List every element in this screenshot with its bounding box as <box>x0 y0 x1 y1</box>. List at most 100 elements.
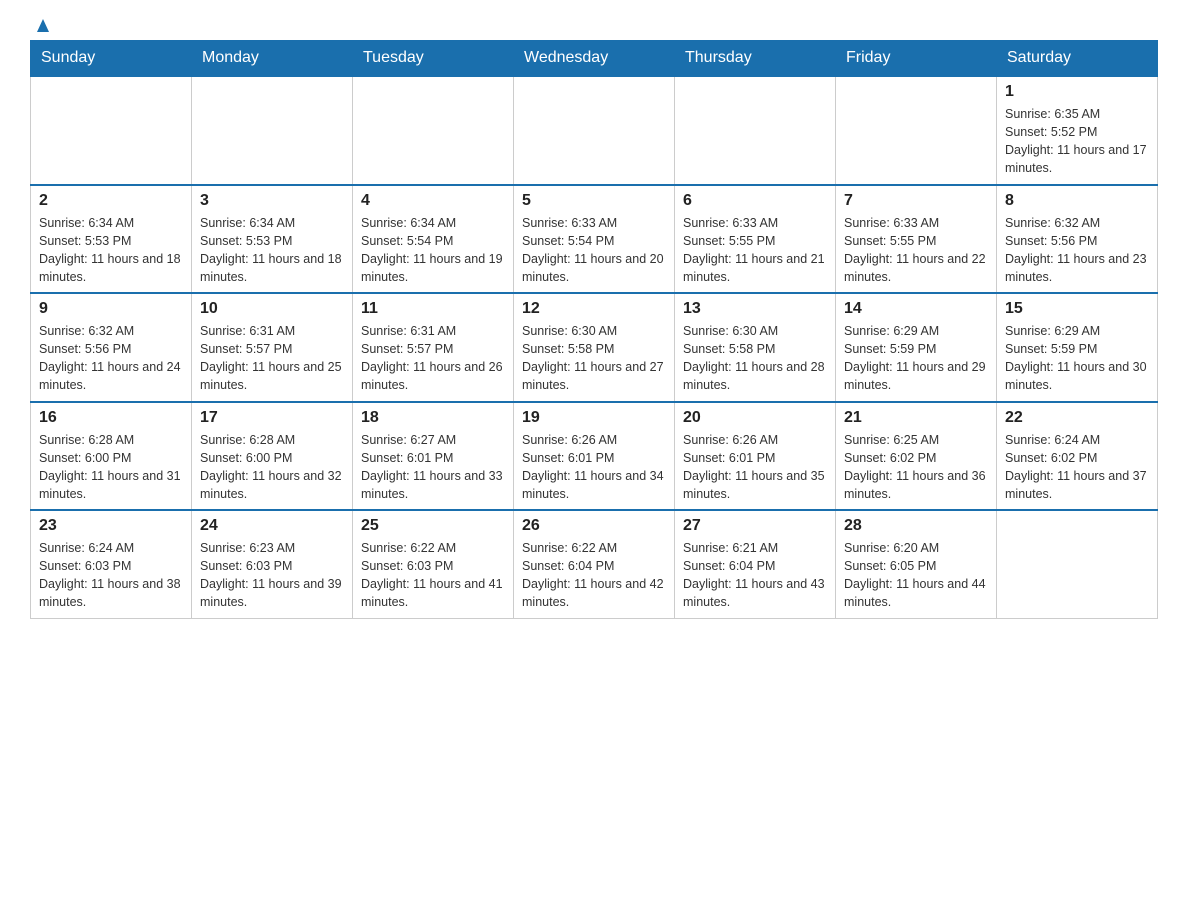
day-number: 1 <box>1005 83 1149 101</box>
day-number: 8 <box>1005 192 1149 210</box>
table-row: 6 Sunrise: 6:33 AM Sunset: 5:55 PM Daylig… <box>675 185 836 294</box>
col-wednesday: Wednesday <box>514 41 675 77</box>
day-number: 20 <box>683 409 827 427</box>
table-row: 28 Sunrise: 6:20 AM Sunset: 6:05 PM Dayli… <box>836 510 997 618</box>
day-number: 11 <box>361 300 505 318</box>
table-row: 20 Sunrise: 6:26 AM Sunset: 6:01 PM Dayli… <box>675 402 836 511</box>
day-info: Sunrise: 6:35 AM Sunset: 5:52 PM Dayligh… <box>1005 105 1149 178</box>
day-number: 19 <box>522 409 666 427</box>
day-number: 2 <box>39 192 183 210</box>
day-number: 22 <box>1005 409 1149 427</box>
day-number: 5 <box>522 192 666 210</box>
table-row: 24 Sunrise: 6:23 AM Sunset: 6:03 PM Dayli… <box>192 510 353 618</box>
table-row: 23 Sunrise: 6:24 AM Sunset: 6:03 PM Dayli… <box>31 510 192 618</box>
day-info: Sunrise: 6:34 AM Sunset: 5:54 PM Dayligh… <box>361 214 505 287</box>
day-number: 26 <box>522 517 666 535</box>
table-row: 25 Sunrise: 6:22 AM Sunset: 6:03 PM Dayli… <box>353 510 514 618</box>
col-saturday: Saturday <box>997 41 1158 77</box>
day-number: 15 <box>1005 300 1149 318</box>
table-row <box>353 76 514 185</box>
col-monday: Monday <box>192 41 353 77</box>
day-number: 7 <box>844 192 988 210</box>
day-number: 24 <box>200 517 344 535</box>
calendar-week-row: 2 Sunrise: 6:34 AM Sunset: 5:53 PM Daylig… <box>31 185 1158 294</box>
day-number: 16 <box>39 409 183 427</box>
day-info: Sunrise: 6:33 AM Sunset: 5:55 PM Dayligh… <box>683 214 827 287</box>
table-row: 9Sunrise: 6:32 AM Sunset: 5:56 PM Daylig… <box>31 293 192 402</box>
logo <box>30 20 54 30</box>
table-row <box>514 76 675 185</box>
day-number: 23 <box>39 517 183 535</box>
calendar-header-row: Sunday Monday Tuesday Wednesday Thursday… <box>31 41 1158 77</box>
day-info: Sunrise: 6:23 AM Sunset: 6:03 PM Dayligh… <box>200 539 344 612</box>
day-info: Sunrise: 6:24 AM Sunset: 6:03 PM Dayligh… <box>39 539 183 612</box>
day-info: Sunrise: 6:24 AM Sunset: 6:02 PM Dayligh… <box>1005 431 1149 504</box>
page-header <box>30 20 1158 30</box>
day-number: 14 <box>844 300 988 318</box>
day-number: 12 <box>522 300 666 318</box>
day-info: Sunrise: 6:20 AM Sunset: 6:05 PM Dayligh… <box>844 539 988 612</box>
day-number: 27 <box>683 517 827 535</box>
table-row: 27 Sunrise: 6:21 AM Sunset: 6:04 PM Dayli… <box>675 510 836 618</box>
table-row: 13 Sunrise: 6:30 AM Sunset: 5:58 PM Dayli… <box>675 293 836 402</box>
day-info: Sunrise: 6:28 AM Sunset: 6:00 PM Dayligh… <box>200 431 344 504</box>
table-row: 1 Sunrise: 6:35 AM Sunset: 5:52 PM Daylig… <box>997 76 1158 185</box>
table-row: 14 Sunrise: 6:29 AM Sunset: 5:59 PM Dayli… <box>836 293 997 402</box>
day-number: 4 <box>361 192 505 210</box>
day-info: Sunrise: 6:25 AM Sunset: 6:02 PM Dayligh… <box>844 431 988 504</box>
table-row: 8 Sunrise: 6:32 AM Sunset: 5:56 PM Daylig… <box>997 185 1158 294</box>
day-info: Sunrise: 6:32 AM Sunset: 5:56 PM Dayligh… <box>39 322 183 395</box>
table-row: 3 Sunrise: 6:34 AM Sunset: 5:53 PM Daylig… <box>192 185 353 294</box>
table-row: 11 Sunrise: 6:31 AM Sunset: 5:57 PM Dayli… <box>353 293 514 402</box>
day-info: Sunrise: 6:21 AM Sunset: 6:04 PM Dayligh… <box>683 539 827 612</box>
day-info: Sunrise: 6:28 AM Sunset: 6:00 PM Dayligh… <box>39 431 183 504</box>
table-row: 4 Sunrise: 6:34 AM Sunset: 5:54 PM Daylig… <box>353 185 514 294</box>
table-row <box>836 76 997 185</box>
day-number: 10 <box>200 300 344 318</box>
day-info: Sunrise: 6:33 AM Sunset: 5:55 PM Dayligh… <box>844 214 988 287</box>
day-number: 6 <box>683 192 827 210</box>
logo-triangle-icon <box>32 14 54 36</box>
day-info: Sunrise: 6:26 AM Sunset: 6:01 PM Dayligh… <box>683 431 827 504</box>
table-row <box>31 76 192 185</box>
calendar-table: Sunday Monday Tuesday Wednesday Thursday… <box>30 40 1158 619</box>
day-info: Sunrise: 6:30 AM Sunset: 5:58 PM Dayligh… <box>683 322 827 395</box>
calendar-week-row: 9Sunrise: 6:32 AM Sunset: 5:56 PM Daylig… <box>31 293 1158 402</box>
day-info: Sunrise: 6:33 AM Sunset: 5:54 PM Dayligh… <box>522 214 666 287</box>
table-row: 15 Sunrise: 6:29 AM Sunset: 5:59 PM Dayli… <box>997 293 1158 402</box>
table-row: 18 Sunrise: 6:27 AM Sunset: 6:01 PM Dayli… <box>353 402 514 511</box>
day-number: 3 <box>200 192 344 210</box>
table-row: 26 Sunrise: 6:22 AM Sunset: 6:04 PM Dayli… <box>514 510 675 618</box>
day-number: 25 <box>361 517 505 535</box>
col-sunday: Sunday <box>31 41 192 77</box>
day-info: Sunrise: 6:30 AM Sunset: 5:58 PM Dayligh… <box>522 322 666 395</box>
table-row: 12 Sunrise: 6:30 AM Sunset: 5:58 PM Dayli… <box>514 293 675 402</box>
table-row: 7 Sunrise: 6:33 AM Sunset: 5:55 PM Daylig… <box>836 185 997 294</box>
calendar-week-row: 23 Sunrise: 6:24 AM Sunset: 6:03 PM Dayli… <box>31 510 1158 618</box>
table-row: 10 Sunrise: 6:31 AM Sunset: 5:57 PM Dayli… <box>192 293 353 402</box>
day-info: Sunrise: 6:31 AM Sunset: 5:57 PM Dayligh… <box>200 322 344 395</box>
calendar-week-row: 1 Sunrise: 6:35 AM Sunset: 5:52 PM Daylig… <box>31 76 1158 185</box>
day-info: Sunrise: 6:22 AM Sunset: 6:03 PM Dayligh… <box>361 539 505 612</box>
day-number: 28 <box>844 517 988 535</box>
day-info: Sunrise: 6:32 AM Sunset: 5:56 PM Dayligh… <box>1005 214 1149 287</box>
day-number: 17 <box>200 409 344 427</box>
day-info: Sunrise: 6:22 AM Sunset: 6:04 PM Dayligh… <box>522 539 666 612</box>
col-tuesday: Tuesday <box>353 41 514 77</box>
day-info: Sunrise: 6:27 AM Sunset: 6:01 PM Dayligh… <box>361 431 505 504</box>
table-row <box>192 76 353 185</box>
day-info: Sunrise: 6:29 AM Sunset: 5:59 PM Dayligh… <box>1005 322 1149 395</box>
col-friday: Friday <box>836 41 997 77</box>
day-info: Sunrise: 6:31 AM Sunset: 5:57 PM Dayligh… <box>361 322 505 395</box>
day-info: Sunrise: 6:34 AM Sunset: 5:53 PM Dayligh… <box>200 214 344 287</box>
day-number: 13 <box>683 300 827 318</box>
table-row: 2 Sunrise: 6:34 AM Sunset: 5:53 PM Daylig… <box>31 185 192 294</box>
day-number: 18 <box>361 409 505 427</box>
day-info: Sunrise: 6:29 AM Sunset: 5:59 PM Dayligh… <box>844 322 988 395</box>
day-info: Sunrise: 6:34 AM Sunset: 5:53 PM Dayligh… <box>39 214 183 287</box>
table-row: 21Sunrise: 6:25 AM Sunset: 6:02 PM Dayli… <box>836 402 997 511</box>
table-row: 5 Sunrise: 6:33 AM Sunset: 5:54 PM Daylig… <box>514 185 675 294</box>
calendar-week-row: 16 Sunrise: 6:28 AM Sunset: 6:00 PM Dayli… <box>31 402 1158 511</box>
table-row: 22 Sunrise: 6:24 AM Sunset: 6:02 PM Dayli… <box>997 402 1158 511</box>
table-row <box>675 76 836 185</box>
